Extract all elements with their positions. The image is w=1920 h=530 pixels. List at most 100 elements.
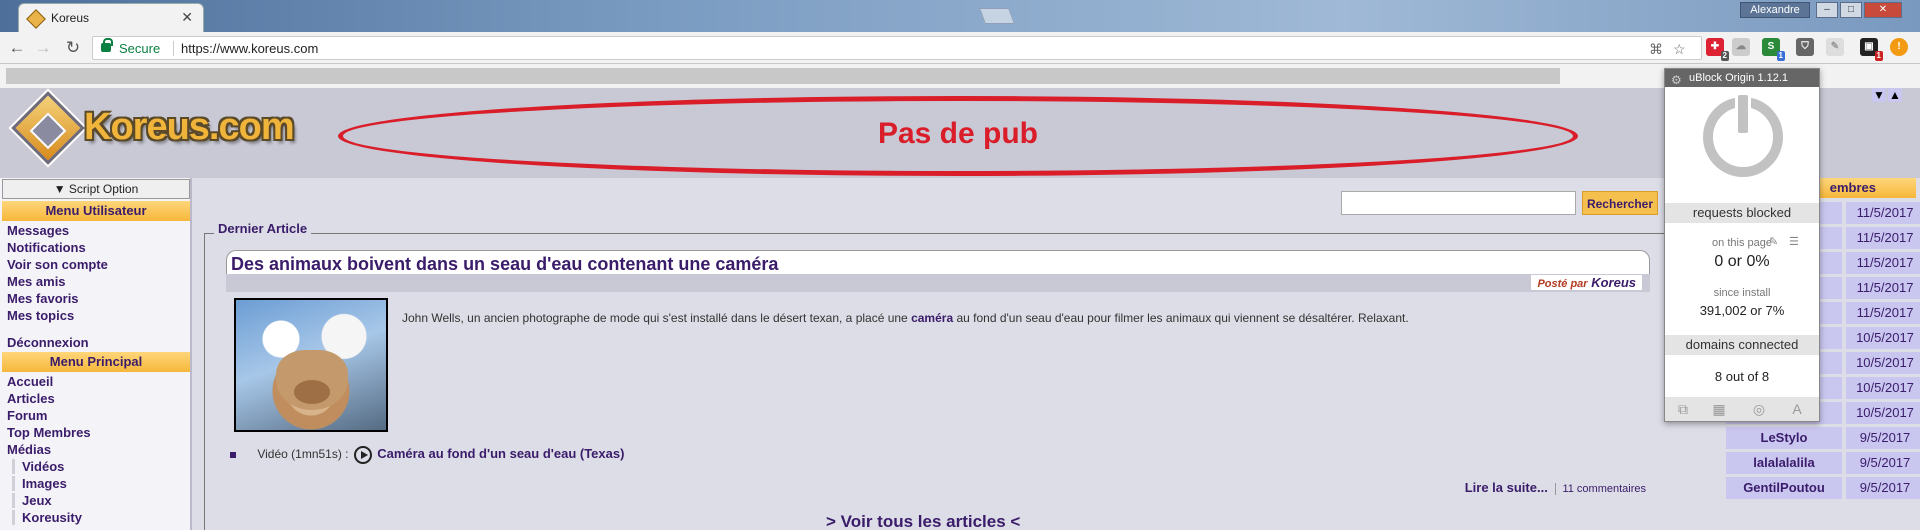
- menu-item-koreusity[interactable]: Koreusity: [12, 510, 190, 525]
- lock-icon: [101, 38, 113, 52]
- koreus-favicon-icon: [26, 9, 46, 29]
- alert-icon[interactable]: !: [1890, 38, 1908, 56]
- all-articles-link[interactable]: > Voir tous les articles <: [826, 512, 1020, 530]
- element-picker-icon[interactable]: ✎: [1769, 235, 1778, 248]
- url-text[interactable]: https://www.koreus.com: [181, 41, 318, 56]
- member-date: 11/5/2017: [1846, 277, 1920, 299]
- extension-grey-icon[interactable]: ✎: [1826, 38, 1844, 56]
- comments-link[interactable]: 11 commentaires: [1555, 483, 1646, 495]
- page-content: Koreus.com Pas de pub ▼ Script Option Me…: [0, 88, 1920, 530]
- menu-item-notifications[interactable]: Notifications: [7, 240, 86, 255]
- summary-text: John Wells, un ancien photographe de mod…: [402, 311, 912, 325]
- menu-item-messages[interactable]: Messages: [7, 223, 69, 238]
- bullet-icon: [230, 452, 236, 458]
- member-name[interactable]: LeStylo: [1726, 427, 1844, 449]
- member-date: 10/5/2017: [1846, 402, 1920, 424]
- settings-gear-icon[interactable]: ⚙: [1671, 71, 1682, 89]
- koreus-logo-icon[interactable]: [11, 91, 85, 165]
- forward-arrow-icon[interactable]: →: [32, 37, 54, 59]
- menu-item-videos[interactable]: Vidéos: [12, 459, 190, 474]
- menu-item-friends[interactable]: Mes amis: [7, 274, 66, 289]
- summary-keyword-link[interactable]: caméra: [911, 311, 953, 325]
- member-name[interactable]: GentilPoutou: [1726, 477, 1844, 499]
- member-row[interactable]: lalalalalila 9/5/2017: [1726, 452, 1920, 474]
- member-date: 11/5/2017: [1846, 227, 1920, 249]
- ublock-title: uBlock Origin 1.12.1: [1689, 72, 1789, 84]
- window-close-button[interactable]: ✕: [1864, 2, 1902, 18]
- maximize-button[interactable]: □: [1840, 2, 1862, 18]
- logger-icon[interactable]: ☰: [1789, 235, 1799, 248]
- article-card: Des animaux boivent dans un seau d'eau c…: [226, 250, 1650, 530]
- translate-icon[interactable]: ⌘: [1649, 41, 1663, 58]
- secure-label: Secure: [119, 41, 161, 56]
- browser-toolbar: ← → ↻ Secure https://www.koreus.com ⌘ ☆: [0, 32, 1920, 64]
- menu-item-images[interactable]: Images: [12, 476, 190, 491]
- media-block-icon[interactable]: ▦: [1711, 401, 1727, 417]
- requests-blocked-heading: requests blocked: [1665, 203, 1819, 223]
- browser-tab[interactable]: Koreus ✕: [18, 3, 204, 32]
- domains-connected-heading: domains connected: [1665, 335, 1819, 355]
- latest-article-legend: Dernier Article: [214, 221, 312, 236]
- omnibox-separator: [173, 41, 174, 56]
- ad-zone: Pas de pub: [338, 96, 1578, 176]
- main-menu-header: Menu Principal: [2, 352, 190, 372]
- menu-item-topics[interactable]: Mes topics: [7, 308, 74, 323]
- member-date: 10/5/2017: [1846, 377, 1920, 399]
- menu-item-articles[interactable]: Articles: [7, 391, 55, 406]
- cosmetic-filter-icon[interactable]: ◎: [1751, 401, 1767, 417]
- author-link[interactable]: Koreus: [1591, 275, 1636, 290]
- bookmarks-bar: [0, 64, 1920, 88]
- read-more-area: Lire la suite... 11 commentaires: [1465, 480, 1646, 495]
- read-more-link[interactable]: Lire la suite...: [1465, 480, 1548, 495]
- search-button[interactable]: Rechercher: [1582, 191, 1658, 215]
- user-menu-header: Menu Utilisateur: [2, 201, 190, 221]
- page-blocked-count: 0 or 0%: [1714, 253, 1770, 270]
- extension-s-icon[interactable]: S1: [1762, 38, 1785, 61]
- site-logo-text[interactable]: Koreus.com: [84, 106, 295, 149]
- since-install-label: since install: [1713, 287, 1771, 299]
- extension-cloud-icon[interactable]: ☁: [1732, 38, 1750, 56]
- window-user-label[interactable]: Alexandre: [1740, 2, 1810, 18]
- menu-item-favorites[interactable]: Mes favoris: [7, 291, 79, 306]
- menu-item-media[interactable]: Médias: [7, 442, 51, 457]
- power-toggle-icon[interactable]: [1703, 93, 1783, 177]
- menu-item-top-members[interactable]: Top Membres: [7, 425, 91, 440]
- reload-icon[interactable]: ↻: [62, 37, 84, 59]
- member-date: 11/5/2017: [1846, 202, 1920, 224]
- ad-placeholder-text: Pas de pub: [877, 117, 1039, 150]
- new-tab-button[interactable]: [979, 8, 1015, 24]
- member-row[interactable]: LeStylo 9/5/2017: [1726, 427, 1920, 449]
- menu-item-account[interactable]: Voir son compte: [7, 257, 108, 272]
- menu-item-home[interactable]: Accueil: [7, 374, 53, 389]
- article-thumbnail[interactable]: [234, 298, 388, 432]
- remote-font-icon[interactable]: A: [1789, 401, 1805, 417]
- popup-block-icon[interactable]: ⧉: [1675, 401, 1691, 417]
- member-date: 9/5/2017: [1846, 452, 1920, 474]
- script-option-button[interactable]: ▼ Script Option: [2, 179, 190, 199]
- article-title[interactable]: Des animaux boivent dans un seau d'eau c…: [231, 254, 778, 275]
- article-meta-bar: Posté par Koreus: [226, 274, 1650, 292]
- address-bar[interactable]: Secure https://www.koreus.com ⌘ ☆: [92, 36, 1702, 60]
- cow-drinking-image: [276, 350, 348, 410]
- minimize-button[interactable]: –: [1816, 2, 1838, 18]
- tab-close-icon[interactable]: ✕: [181, 9, 193, 26]
- menu-item-logout[interactable]: Déconnexion: [7, 335, 89, 350]
- posted-by: Posté par Koreus: [1531, 275, 1642, 290]
- ublock-header: ⚙ uBlock Origin 1.12.1: [1665, 69, 1819, 87]
- collapse-down-icon[interactable]: ▼: [1872, 88, 1886, 102]
- menu-item-forum[interactable]: Forum: [7, 408, 47, 423]
- video-title-link[interactable]: Caméra au fond d'un seau d'eau (Texas): [377, 446, 624, 461]
- play-icon[interactable]: [353, 446, 372, 464]
- member-row[interactable]: GentilPoutou 9/5/2017: [1726, 477, 1920, 499]
- member-date: 11/5/2017: [1846, 302, 1920, 324]
- member-date: 10/5/2017: [1846, 352, 1920, 374]
- ublock-shield-icon[interactable]: ⛉: [1796, 38, 1814, 56]
- back-arrow-icon[interactable]: ←: [6, 37, 28, 59]
- menu-item-games[interactable]: Jeux: [12, 493, 190, 508]
- extension-dark-icon[interactable]: ▣ 1: [1860, 38, 1883, 61]
- bookmark-star-icon[interactable]: ☆: [1673, 41, 1686, 58]
- collapse-up-icon[interactable]: ▲: [1888, 88, 1902, 102]
- member-name[interactable]: lalalalalila: [1726, 452, 1844, 474]
- search-input[interactable]: [1341, 191, 1576, 215]
- extension-red-icon[interactable]: ✚ 2: [1706, 38, 1729, 61]
